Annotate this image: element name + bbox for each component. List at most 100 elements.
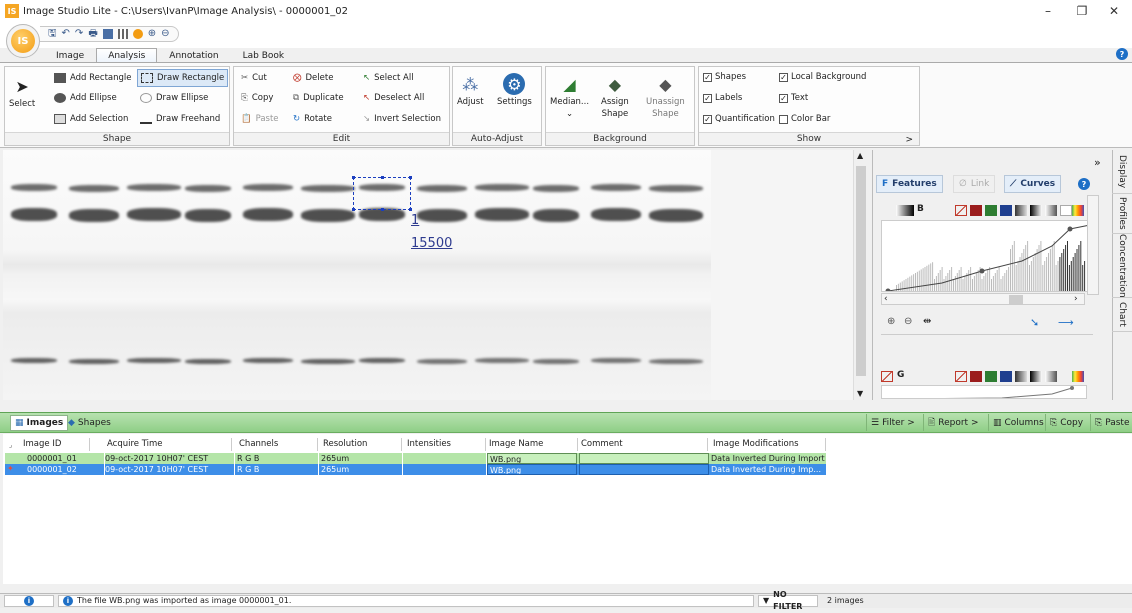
color-swatch-green[interactable]	[985, 205, 997, 216]
scroll-right-icon[interactable]: ›	[1074, 294, 1078, 304]
draw-ellipse-button[interactable]: Draw Ellipse	[137, 89, 211, 107]
column-header-image-name[interactable]: Image Name	[486, 438, 578, 451]
profiles-tab[interactable]: Profiles	[1112, 194, 1132, 234]
color-swatch-rainbow[interactable]	[1072, 371, 1084, 382]
draw-rectangle-button[interactable]: Draw Rectangle	[137, 69, 229, 87]
column-header-image-id[interactable]: Image ID	[20, 438, 90, 451]
color-swatch-blue[interactable]	[1000, 371, 1012, 382]
scroll-down-icon[interactable]: ▼	[857, 389, 863, 398]
column-header-image-modifications[interactable]: Image Modifications	[710, 438, 826, 451]
print-icon[interactable]: 🖶	[88, 28, 97, 40]
grid-icon[interactable]	[117, 29, 128, 39]
column-header-resolution[interactable]: Resolution	[320, 438, 402, 451]
color-swatch-rainbow[interactable]	[1072, 205, 1084, 216]
unassign-shape-button[interactable]: ◆ Unassign Shape	[646, 73, 685, 120]
scroll-left-icon[interactable]: ‹	[884, 294, 888, 304]
histogram-scroll-thumb[interactable]	[1009, 295, 1023, 304]
link-tab[interactable]: ∅ Link	[953, 175, 996, 193]
image-icon[interactable]	[102, 29, 113, 39]
invert-selection-button[interactable]: ↘ Invert Selection	[360, 110, 444, 128]
report-button[interactable]: 🖹 Report >	[923, 414, 983, 431]
resize-handle[interactable]	[381, 208, 384, 211]
color-swatch-white[interactable]	[1060, 205, 1072, 216]
display-tab[interactable]: Display	[1112, 150, 1132, 194]
column-header-comment[interactable]: Comment	[578, 438, 708, 451]
local-background-checkbox[interactable]: ✓ Local Background	[779, 72, 866, 82]
zoom-out-icon[interactable]: ⊖	[904, 316, 912, 327]
color-swatch-red[interactable]	[970, 371, 982, 382]
no-color-icon[interactable]	[955, 205, 967, 216]
color-swatch-red[interactable]	[970, 205, 982, 216]
shapes-tab[interactable]: ◆ Shapes	[64, 415, 115, 431]
shapes-checkbox[interactable]: ✓ Shapes	[703, 72, 746, 82]
median-button[interactable]: ◢ Median... ⌄	[550, 73, 589, 120]
cell-comment[interactable]	[579, 453, 709, 464]
histogram-curve-editor[interactable]	[881, 220, 1095, 292]
duplicate-button[interactable]: ⧉ Duplicate	[290, 89, 347, 107]
cut-button[interactable]: ✂ Cut	[238, 69, 270, 87]
select-all-button[interactable]: ↖ Select All	[360, 69, 417, 87]
column-header-channels[interactable]: Channels	[236, 438, 318, 451]
copy-button[interactable]: ⎘ Copy	[238, 89, 276, 107]
auto-arrow-icon[interactable]: ⟶	[1058, 316, 1074, 329]
settings-button[interactable]: ⚙ Settings	[497, 73, 532, 107]
labels-checkbox[interactable]: ✓ Labels	[703, 93, 742, 103]
color-swatch-green[interactable]	[985, 371, 997, 382]
deselect-all-button[interactable]: ↖ Deselect All	[360, 89, 427, 107]
add-selection-button[interactable]: Add Selection	[51, 110, 131, 128]
color-swatch-blue[interactable]	[1000, 205, 1012, 216]
scrollbar-thumb[interactable]	[856, 166, 866, 376]
histogram-g[interactable]	[881, 385, 1087, 399]
table-row[interactable]: 0000001_01 09-oct-2017 10H07' CEST R G B…	[5, 453, 827, 464]
orange-circle-icon[interactable]	[132, 29, 143, 39]
color-swatch-inverted[interactable]	[1045, 371, 1057, 382]
adjust-button[interactable]: ⁂ Adjust	[457, 73, 484, 108]
cell-image-name[interactable]: WB.png	[487, 453, 577, 464]
save-icon[interactable]: 🖫	[48, 28, 57, 40]
resize-handle[interactable]	[409, 176, 412, 179]
resize-handle[interactable]	[352, 176, 355, 179]
expand-panel-button[interactable]: »	[1094, 156, 1101, 169]
sort-icon[interactable]: ⌟	[9, 441, 12, 449]
filter-button[interactable]: ☰ Filter >	[866, 414, 919, 431]
curves-tab[interactable]: ⟋ Curves	[1004, 175, 1062, 193]
pointer-tool-icon[interactable]: ➘	[1030, 316, 1039, 329]
concentration-tab[interactable]: Concentration	[1112, 234, 1132, 298]
resize-handle[interactable]	[381, 176, 384, 179]
images-tab[interactable]: ▦ Images	[10, 415, 69, 431]
color-swatch-inverted[interactable]	[1045, 205, 1057, 216]
cell-image-name[interactable]: WB.png	[487, 464, 577, 475]
tab-image[interactable]: Image	[44, 48, 96, 62]
add-rectangle-button[interactable]: Add Rectangle	[51, 69, 135, 87]
scroll-up-icon[interactable]: ▲	[857, 151, 863, 160]
zoom-out-icon[interactable]: ⊖	[161, 28, 169, 40]
columns-button[interactable]: ▥ Columns	[988, 414, 1048, 431]
color-swatch-gray[interactable]	[1015, 205, 1027, 216]
restore-button[interactable]: ❐	[1068, 2, 1096, 20]
no-color-icon[interactable]	[955, 371, 967, 382]
color-bar-checkbox[interactable]: Color Bar	[779, 114, 830, 124]
rotate-button[interactable]: ↻ Rotate	[290, 110, 335, 128]
shape-label[interactable]: 1	[411, 213, 419, 228]
cell-comment[interactable]	[579, 464, 709, 475]
delete-button[interactable]: ⨂ Delete	[290, 69, 336, 87]
no-color-icon[interactable]	[881, 371, 893, 382]
paste-button[interactable]: 📋 Paste	[238, 110, 282, 128]
histogram-horizontal-scrollbar[interactable]	[881, 293, 1085, 305]
tab-lab-book[interactable]: Lab Book	[231, 48, 297, 62]
copy-button[interactable]: ⎘ Copy	[1045, 414, 1087, 431]
chart-tab[interactable]: Chart	[1112, 298, 1132, 332]
color-swatch-bw[interactable]	[1030, 371, 1042, 382]
undo-icon[interactable]: ↶	[62, 28, 70, 40]
tab-analysis[interactable]: Analysis	[96, 48, 158, 62]
zoom-in-icon[interactable]: ⊕	[887, 316, 895, 327]
shape-quantification[interactable]: 15500	[411, 236, 452, 251]
table-row-selected[interactable]: ✦ 0000001_02 09-oct-2017 10H07' CEST R G…	[5, 464, 827, 475]
color-swatch-bw[interactable]	[1030, 205, 1042, 216]
assign-shape-button[interactable]: ◆ Assign Shape	[601, 73, 629, 120]
color-swatch-gray[interactable]	[1015, 371, 1027, 382]
fit-width-icon[interactable]: ⇹	[923, 316, 931, 327]
filter-status[interactable]: ▼ NO FILTER	[758, 590, 818, 611]
status-info-button[interactable]: i	[4, 595, 54, 607]
close-button[interactable]: ✕	[1100, 2, 1128, 20]
